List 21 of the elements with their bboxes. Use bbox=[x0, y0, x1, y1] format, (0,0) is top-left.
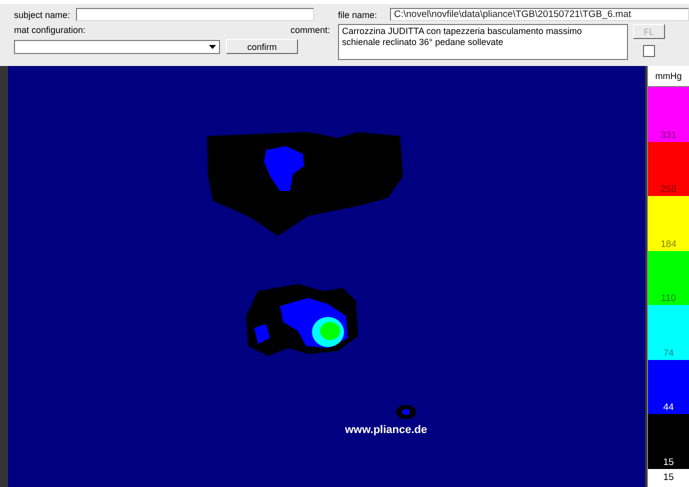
file-name-label: file name: bbox=[338, 10, 378, 20]
mat-configuration-label: mat configuration: bbox=[14, 25, 86, 35]
legend-band: 15 bbox=[648, 414, 689, 470]
legend-band: 110 bbox=[648, 250, 689, 306]
caret-icon bbox=[209, 44, 216, 48]
website-watermark-text: www.pliance.de bbox=[345, 424, 428, 436]
comment-label: comment: bbox=[290, 25, 330, 35]
legend-band: 44 bbox=[648, 360, 689, 414]
legend-band: 184 bbox=[648, 196, 689, 251]
legend-band: 331 bbox=[648, 87, 689, 142]
small-pressure-spot-drawing bbox=[396, 405, 416, 419]
minimum-value: 15 bbox=[662, 471, 675, 486]
subject-name-field[interactable] bbox=[76, 8, 314, 21]
mat-configuration-dropdown[interactable] bbox=[14, 40, 220, 54]
checkbox[interactable] bbox=[643, 45, 655, 57]
comment-field[interactable]: Carrozzina JUDITTA con tapezzeria basculamento massimo schienale reclinato 36° pedane sollevate bbox=[338, 24, 628, 60]
confirm-button[interactable]: confirm bbox=[226, 39, 298, 54]
legend-band: 258 bbox=[648, 142, 689, 196]
file-name-field[interactable]: C:\novel\novfile\data\pliance\TGB\20150721\TGB_6.mat bbox=[390, 8, 689, 21]
subject-name-label: subject name: bbox=[14, 10, 70, 20]
legend-band: 74 bbox=[648, 305, 689, 360]
